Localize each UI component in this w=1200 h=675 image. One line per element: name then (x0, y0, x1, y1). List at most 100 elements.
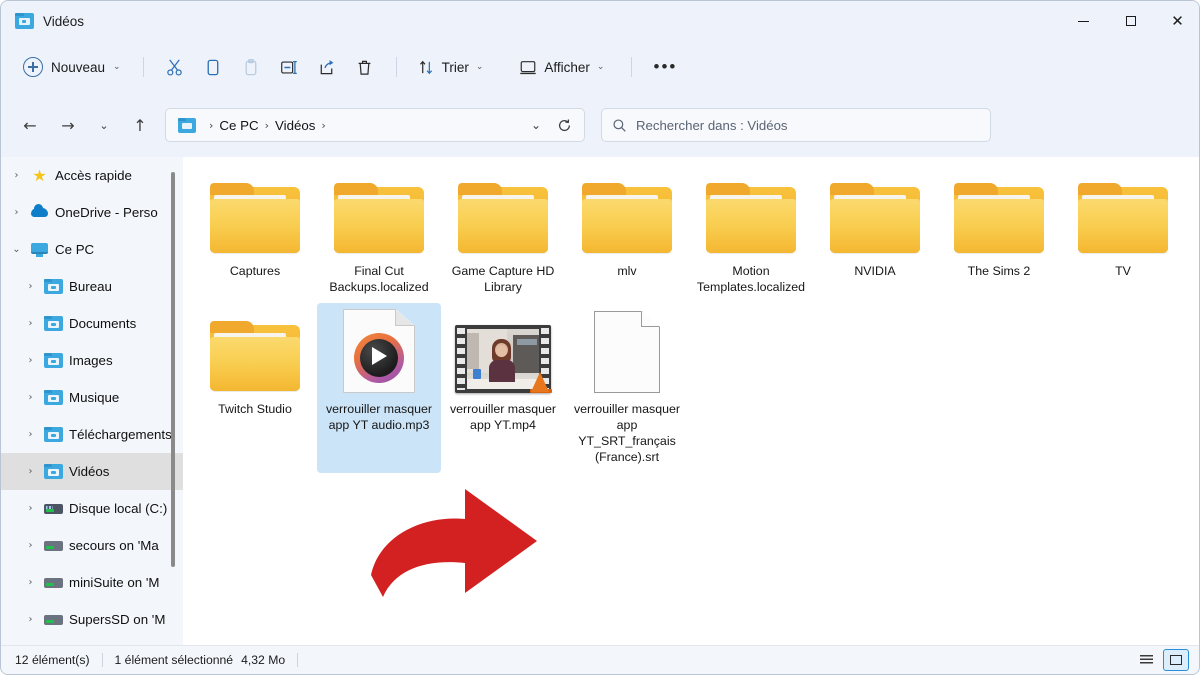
large-icons-view-icon (1170, 655, 1182, 665)
file-name-label: Motion Templates.localized (696, 264, 806, 294)
icon-view-button[interactable] (1163, 649, 1189, 671)
navigation-list: › ★ Accès rapide › OneDrive - Perso ⌄ Ce PC › Bu… (1, 157, 183, 638)
sidebar-item-label: Accès rapide (55, 168, 132, 183)
expand-chevron-icon[interactable]: › (23, 355, 38, 366)
file-item[interactable]: Game Capture HD Library (441, 165, 565, 303)
sidebar-scrollbar-thumb[interactable] (171, 172, 175, 567)
expand-chevron-icon[interactable]: › (9, 170, 24, 181)
expand-chevron-icon[interactable]: › (23, 540, 38, 551)
toolbar-divider-3 (631, 57, 633, 77)
network-drive-icon (44, 578, 63, 588)
share-button[interactable] (308, 50, 346, 84)
rename-button[interactable] (270, 50, 308, 84)
chevron-down-icon: ⌄ (113, 62, 121, 72)
sidebar-item-secours-on-ma[interactable]: › secours on 'Ma (1, 527, 183, 564)
search-box[interactable]: Rechercher dans : Vidéos (601, 108, 991, 142)
file-item[interactable]: Captures (193, 165, 317, 303)
breadcrumb-separator: › (209, 118, 214, 132)
search-input[interactable]: Rechercher dans : Vidéos (636, 118, 788, 133)
more-options-button[interactable]: ••• (644, 50, 686, 84)
file-item[interactable]: mlv (565, 165, 689, 303)
sidebar-item-images[interactable]: › Images (1, 342, 183, 379)
trash-icon (358, 60, 371, 75)
file-name-label: Final Cut Backups.localized (329, 264, 429, 294)
sidebar-item-disque-local-c[interactable]: › Disque local (C:) (1, 490, 183, 527)
list-view-button[interactable] (1133, 649, 1159, 671)
sidebar-item-ce-pc[interactable]: ⌄ Ce PC (1, 231, 183, 268)
up-button[interactable]: ↑ (125, 110, 155, 140)
sort-button[interactable]: Trier ⌄ (409, 50, 493, 84)
sidebar-item-t-l-chargements[interactable]: › Téléchargements (1, 416, 183, 453)
sidebar-item-minisuite-on-m[interactable]: › miniSuite on 'M (1, 564, 183, 601)
file-name-label: verrouiller masquer app YT_SRT_français … (573, 402, 681, 464)
cut-button[interactable] (156, 50, 194, 84)
file-name-label: TV (1115, 264, 1131, 278)
expand-chevron-icon[interactable]: › (23, 466, 38, 477)
sidebar-item-superssd-on-m[interactable]: › SupersSD on 'M (1, 601, 183, 638)
paste-button[interactable] (232, 50, 270, 84)
expand-chevron-icon[interactable]: › (23, 429, 38, 440)
this-pc-folder-icon (178, 117, 196, 133)
back-button[interactable]: ← (15, 110, 45, 140)
file-thumbnail (830, 171, 920, 255)
new-button[interactable]: Nouveau ⌄ (19, 51, 131, 83)
file-thumbnail (582, 171, 672, 255)
close-icon: ✕ (1171, 11, 1184, 30)
file-item[interactable]: Twitch Studio (193, 303, 317, 473)
network-drive-icon (44, 541, 63, 551)
file-thumbnail (210, 171, 300, 255)
expand-chevron-icon[interactable]: › (9, 207, 24, 218)
status-bar: 12 élément(s) 1 élément sélectionné 4,32… (1, 645, 1199, 674)
delete-button[interactable] (346, 50, 384, 84)
file-item[interactable]: TV (1061, 165, 1185, 303)
breadcrumb-item-ce-pc[interactable]: Ce PC (219, 118, 258, 133)
address-bar: ← → ⌄ ↑ › Ce PC › Vidéos › ⌄ Rechercher … (1, 93, 1199, 157)
minimize-button[interactable] (1060, 1, 1107, 41)
sidebar-item-bureau[interactable]: › Bureau (1, 268, 183, 305)
breadcrumb[interactable]: › Ce PC › Vidéos › ⌄ (165, 108, 585, 142)
recent-locations-button[interactable]: ⌄ (89, 110, 119, 140)
sidebar-item-documents[interactable]: › Documents (1, 305, 183, 342)
file-item[interactable]: Final Cut Backups.localized (317, 165, 441, 303)
file-item[interactable]: The Sims 2 (937, 165, 1061, 303)
sidebar-item-label: Bureau (69, 279, 112, 294)
copy-button[interactable] (194, 50, 232, 84)
view-button[interactable]: Afficher ⌄ (510, 50, 613, 84)
sort-icon (419, 60, 432, 74)
new-button-label: Nouveau (51, 59, 106, 75)
sidebar-item-vid-os[interactable]: › Vidéos (1, 453, 183, 490)
expand-chevron-icon[interactable]: › (23, 503, 38, 514)
expand-chevron-icon[interactable]: ⌄ (9, 244, 24, 255)
file-item[interactable]: verrouiller masquer app YT_SRT_français … (565, 303, 689, 473)
expand-chevron-icon[interactable]: › (23, 392, 38, 403)
ellipsis-icon: ••• (653, 57, 678, 76)
file-item[interactable]: Motion Templates.localized (689, 165, 813, 303)
refresh-icon (558, 118, 570, 131)
explorer-content: › ★ Accès rapide › OneDrive - Perso ⌄ Ce PC › Bu… (1, 157, 1199, 647)
expand-chevron-icon[interactable]: › (23, 577, 38, 588)
breadcrumb-separator: › (264, 118, 269, 132)
file-name-label: mlv (617, 264, 637, 278)
file-item[interactable]: verrouiller masquer app YT audio.mp3 (317, 303, 441, 473)
folder-icon (830, 183, 920, 255)
forward-button[interactable]: → (53, 110, 83, 140)
breadcrumb-item-videos[interactable]: Vidéos (275, 118, 315, 133)
breadcrumb-dropdown-button[interactable]: ⌄ (522, 111, 550, 139)
maximize-button[interactable] (1107, 1, 1154, 41)
sidebar-item-onedrive-perso[interactable]: › OneDrive - Perso (1, 194, 183, 231)
expand-chevron-icon[interactable]: › (23, 614, 38, 625)
refresh-button[interactable] (550, 111, 578, 139)
sidebar-item-musique[interactable]: › Musique (1, 379, 183, 416)
close-button[interactable]: ✕ (1154, 1, 1199, 41)
expand-chevron-icon[interactable]: › (23, 281, 38, 292)
folder-icon (210, 321, 300, 393)
sidebar-item-acc-s-rapide[interactable]: › ★ Accès rapide (1, 157, 183, 194)
sidebar-item-label: Ce PC (55, 242, 95, 257)
folder-icon (44, 316, 63, 331)
file-item[interactable]: NVIDIA (813, 165, 937, 303)
network-drive-icon (44, 615, 63, 625)
expand-chevron-icon[interactable]: › (23, 318, 38, 329)
plus-icon (23, 57, 43, 77)
file-list-view[interactable]: Captures Final Cut Backups.localized Game … (183, 157, 1199, 647)
file-item[interactable]: verrouiller masquer app YT.mp4 (441, 303, 565, 473)
